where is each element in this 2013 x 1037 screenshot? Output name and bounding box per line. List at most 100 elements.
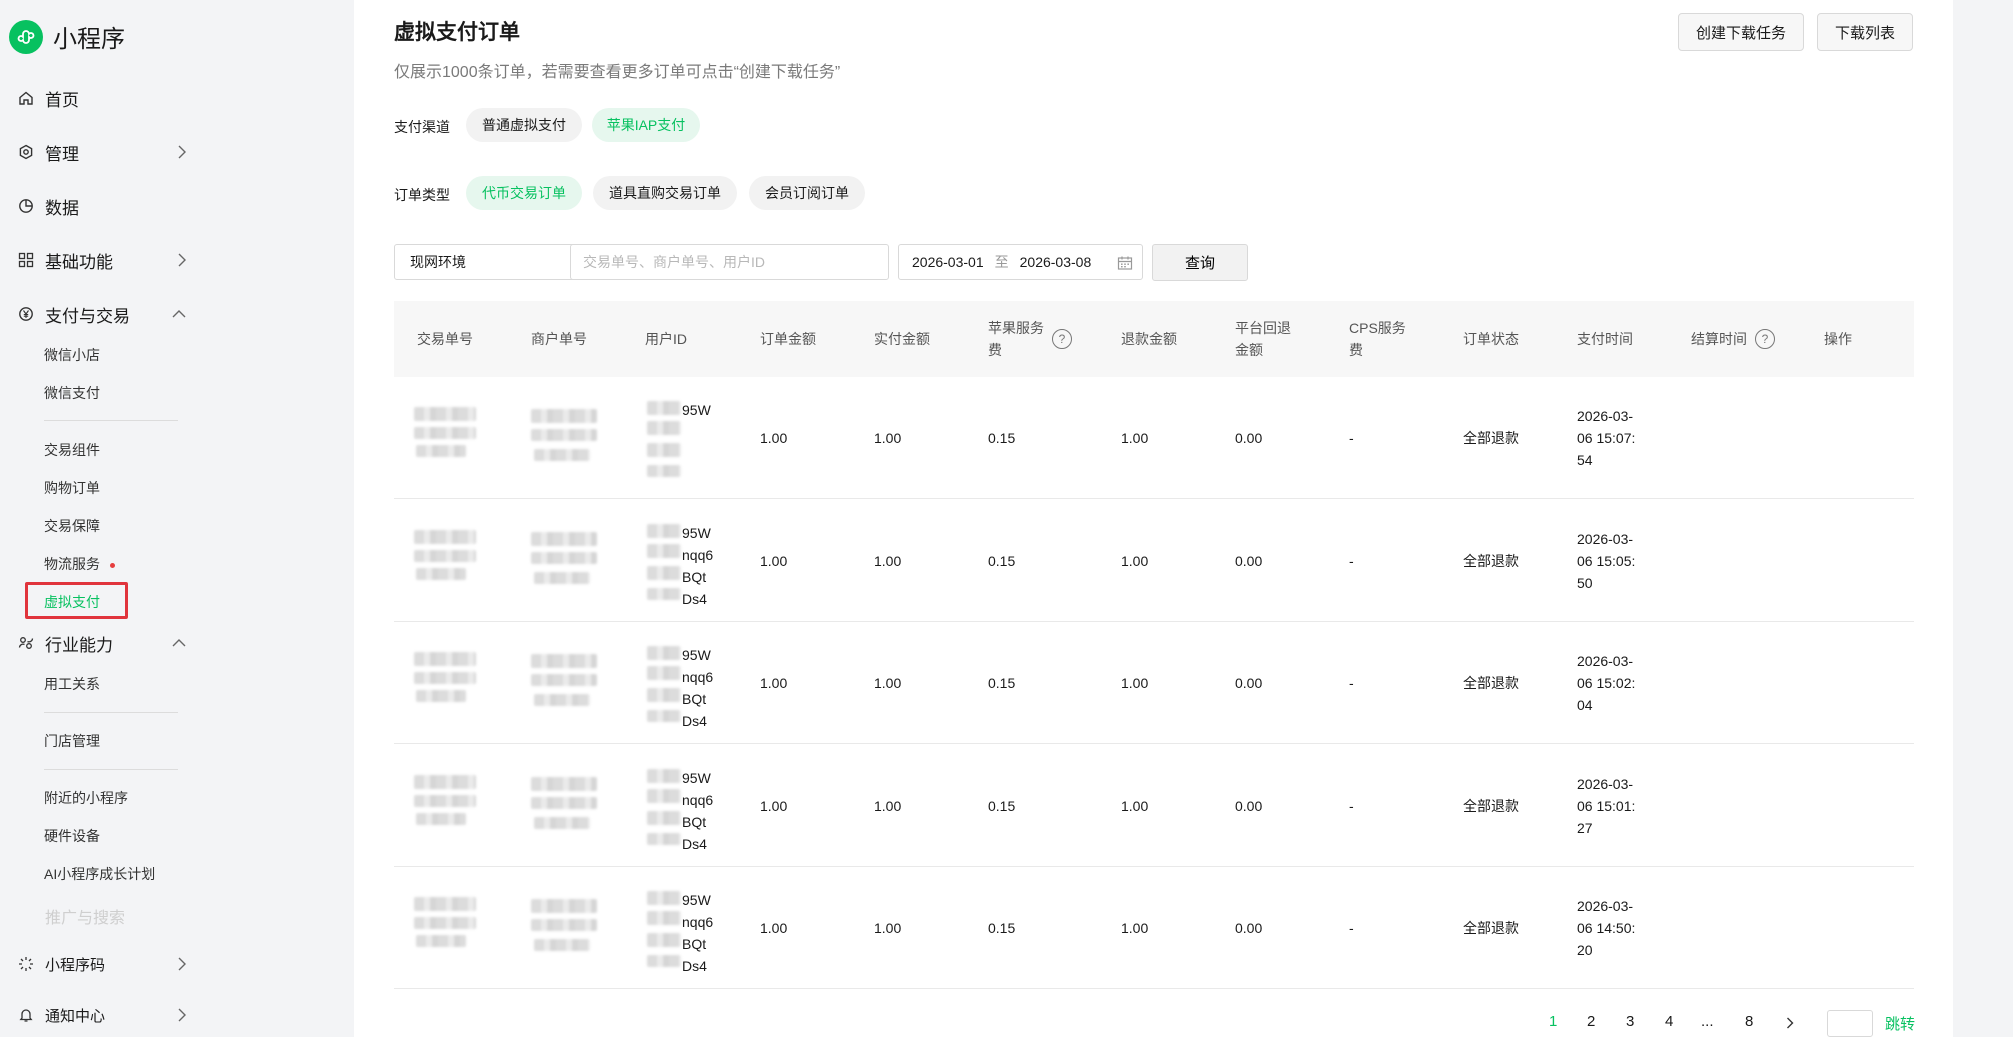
chip-normal-virtual-pay[interactable]: 普通虚拟支付 <box>466 108 582 142</box>
pay-time-line: 06 15:01: <box>1577 797 1636 814</box>
channel-label: 支付渠道 <box>394 119 450 135</box>
page-3[interactable]: 3 <box>1626 1013 1634 1030</box>
date-range-picker[interactable]: 2026-03-01 至 2026-03-08 <box>898 244 1143 280</box>
nav-logistics[interactable]: 物流服务 <box>44 553 100 575</box>
th-action: 操作 <box>1824 331 1852 347</box>
cell-cps: - <box>1349 552 1354 569</box>
cell-amount: 1.00 <box>760 430 788 446</box>
th-platform: 平台回退 金额 <box>1235 301 1291 377</box>
redacted-value <box>414 794 476 807</box>
search-input[interactable] <box>570 244 889 280</box>
chip-apple-iap[interactable]: 苹果IAP支付 <box>592 108 700 142</box>
cell-apple-fee: 0.15 <box>988 552 1016 569</box>
next-page-icon[interactable] <box>1786 1016 1794 1033</box>
pay-time-line: 20 <box>1577 942 1593 958</box>
download-list-button[interactable]: 下载列表 <box>1817 13 1913 51</box>
redacted-value <box>414 549 476 562</box>
user-id-cell: 95W nqq6 BQt Ds4 <box>682 767 713 855</box>
nav-industry[interactable]: 行业能力 <box>17 628 187 658</box>
date-separator: 至 <box>994 254 1009 270</box>
app-logo[interactable]: 小程序 <box>9 19 125 54</box>
nav-basic[interactable]: 基础功能 <box>17 245 187 275</box>
notification-dot <box>110 563 115 568</box>
cell-status: 全部退款 <box>1463 797 1519 814</box>
chip-item-orders[interactable]: 道具直购交易订单 <box>593 176 737 210</box>
calendar-icon <box>1117 255 1133 274</box>
th-tx: 交易单号 <box>417 331 473 347</box>
bell-icon <box>17 1006 35 1024</box>
table-row: 95W nqq6 BQt Ds4 1.00 1.00 0.15 1.00 0.00 - 全部退款 20… <box>394 867 1914 989</box>
nav-trade-component[interactable]: 交易组件 <box>44 439 100 461</box>
nav-weixin-pay[interactable]: 微信支付 <box>44 382 100 404</box>
user-id-fragment: BQt <box>682 568 707 585</box>
nav-qrcode[interactable]: 小程序码 <box>17 949 187 979</box>
nav-nearby[interactable]: 附近的小程序 <box>44 787 128 809</box>
nav-pay[interactable]: 支付与交易 <box>17 299 187 329</box>
redacted-value <box>647 891 681 905</box>
people-icon <box>17 634 35 652</box>
redacted-value <box>647 911 681 925</box>
redacted-value <box>414 774 476 789</box>
nav-weixin-shop[interactable]: 微信小店 <box>44 344 100 366</box>
th-merchant: 商户单号 <box>531 331 587 347</box>
pay-time-line: 50 <box>1577 574 1593 591</box>
page-ellipsis: ... <box>1701 1013 1714 1030</box>
nav-hardware[interactable]: 硬件设备 <box>44 825 100 847</box>
redacted-value <box>647 933 681 947</box>
redacted-value <box>647 768 681 783</box>
nav-home[interactable]: 首页 <box>17 83 187 113</box>
th-pay-time: 支付时间 <box>1577 331 1633 347</box>
nav-shopping-orders[interactable]: 购物订单 <box>44 477 100 499</box>
user-id-fragment: nqq6 <box>682 546 714 563</box>
nav-promotion-faded[interactable]: 推广与搜索 <box>17 904 125 928</box>
qrcode-icon <box>17 955 35 973</box>
cell-status: 全部退款 <box>1463 920 1519 936</box>
redacted-value <box>534 449 590 461</box>
app-title: 小程序 <box>53 26 125 53</box>
nav-store-manage[interactable]: 门店管理 <box>44 730 100 752</box>
env-select[interactable]: 现网环境 <box>394 244 597 280</box>
nav-divider <box>44 420 178 421</box>
nav-data-label: 数据 <box>45 198 79 218</box>
page-title: 虚拟支付订单 <box>394 21 520 44</box>
nav-manage[interactable]: 管理 <box>17 137 187 167</box>
table-row: 95W nqq6 BQt Ds4 1.00 1.00 0.15 1.00 0.00 - 全部退款 20… <box>394 499 1914 622</box>
create-download-task-button[interactable]: 创建下载任务 <box>1678 13 1804 51</box>
th-cps-2: 费 <box>1349 342 1363 358</box>
nav-divider <box>44 712 178 713</box>
chip-subscription-orders[interactable]: 会员订阅订单 <box>749 176 865 210</box>
page-1[interactable]: 1 <box>1549 1013 1557 1030</box>
page-jump-input[interactable] <box>1827 1010 1873 1037</box>
nav-notify[interactable]: 通知中心 <box>17 1000 187 1030</box>
help-icon[interactable]: ? <box>1052 329 1072 349</box>
redacted-value <box>416 690 466 702</box>
redacted-value <box>647 710 681 722</box>
nav-data[interactable]: 数据 <box>17 191 187 221</box>
user-id-cell: 95W <box>682 399 711 487</box>
chevron-right-icon <box>177 956 187 977</box>
nav-employment[interactable]: 用工关系 <box>44 673 100 695</box>
redacted-value <box>647 523 681 538</box>
th-apple-fee: 苹果服务费 ? <box>988 301 1072 377</box>
th-refund: 退款金额 <box>1121 331 1177 347</box>
redacted-value <box>647 788 681 803</box>
user-id-fragment: 95W <box>682 524 711 541</box>
cell-status: 全部退款 <box>1463 430 1519 446</box>
redacted-value <box>647 666 681 680</box>
page-2[interactable]: 2 <box>1587 1013 1595 1030</box>
redacted-value <box>531 654 597 668</box>
page-4[interactable]: 4 <box>1665 1013 1673 1030</box>
nav-industry-label: 行业能力 <box>45 635 113 655</box>
page-8[interactable]: 8 <box>1745 1013 1753 1030</box>
page-jump-button[interactable]: 跳转 <box>1885 1013 1915 1034</box>
redacted-value <box>531 919 597 931</box>
nav-trade-guarantee[interactable]: 交易保障 <box>44 515 100 537</box>
chip-token-orders[interactable]: 代币交易订单 <box>466 176 582 210</box>
query-button[interactable]: 查询 <box>1152 244 1248 281</box>
user-id-cell: 95W nqq6 BQt Ds4 <box>682 522 713 610</box>
redacted-value <box>416 445 466 457</box>
help-icon[interactable]: ? <box>1755 329 1775 349</box>
nav-ai-growth[interactable]: AI小程序成长计划 <box>44 863 155 885</box>
cell-paid: 1.00 <box>874 797 902 814</box>
cell-platform: 0.00 <box>1235 797 1263 814</box>
